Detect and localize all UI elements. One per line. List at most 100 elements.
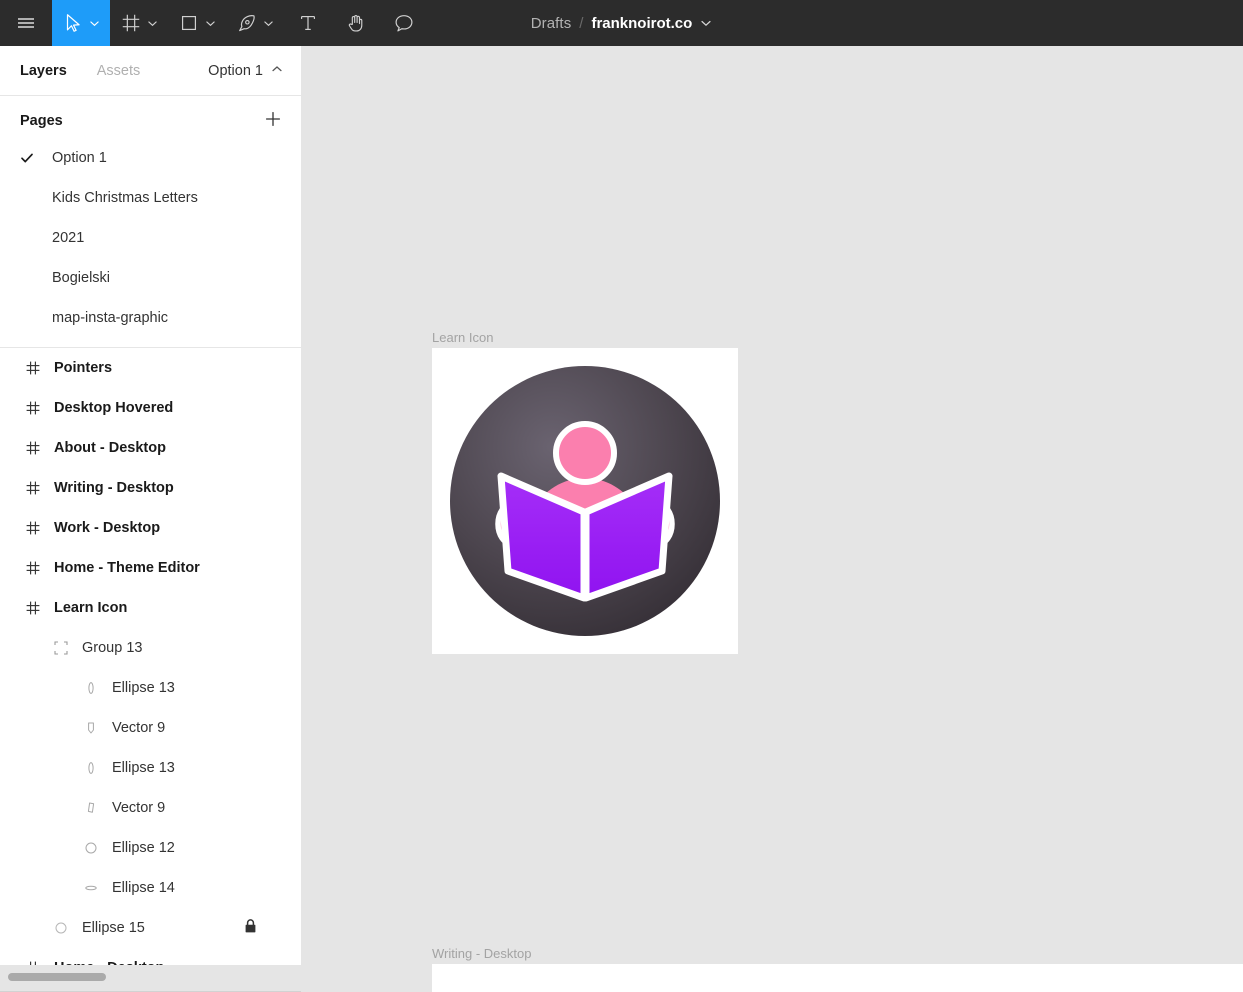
main-menu-button[interactable]: [0, 0, 52, 46]
ellipse-icon: [48, 921, 74, 935]
chevron-down-icon[interactable]: [263, 18, 274, 29]
frame-icon: [20, 600, 46, 616]
page-label: 2021: [52, 230, 85, 246]
page-item-map-insta-graphic[interactable]: map-insta-graphic: [0, 298, 301, 338]
artboard-writing-desktop[interactable]: [432, 964, 1243, 992]
layer-row-ellipse-15[interactable]: Ellipse 15: [0, 908, 301, 948]
layer-row-ellipse-12[interactable]: Ellipse 12: [0, 828, 301, 868]
layer-label: Learn Icon: [54, 600, 128, 616]
layer-label: Group 13: [82, 640, 143, 656]
layer-label: Work - Desktop: [54, 520, 161, 536]
layer-row-vector-9-b[interactable]: Vector 9: [0, 788, 301, 828]
learn-icon-illustration: [450, 366, 720, 636]
breadcrumb-file-name[interactable]: franknoirot.co: [591, 15, 692, 32]
page-label: Option 1: [52, 150, 107, 166]
page-label: map-insta-graphic: [52, 310, 169, 326]
layer-label: Ellipse 12: [112, 840, 175, 856]
layer-row-writing-desktop[interactable]: Writing - Desktop: [0, 468, 301, 508]
layer-row-ellipse-13-b[interactable]: Ellipse 13: [0, 748, 301, 788]
comment-tool-button[interactable]: [380, 0, 428, 46]
layer-label: About - Desktop: [54, 440, 166, 456]
file-menu-chevron-down-icon[interactable]: [700, 17, 712, 29]
frame-icon: [20, 520, 46, 536]
layer-row-vector-9-a[interactable]: Vector 9: [0, 708, 301, 748]
chevron-down-icon[interactable]: [89, 18, 100, 29]
layer-row-work-desktop[interactable]: Work - Desktop: [0, 508, 301, 548]
group-icon: [48, 641, 74, 655]
layer-row-ellipse-14[interactable]: Ellipse 14: [0, 868, 301, 908]
page-item-option-1[interactable]: Option 1: [0, 138, 301, 178]
breadcrumb-project[interactable]: Drafts: [531, 15, 572, 32]
hand-tool-button[interactable]: [332, 0, 380, 46]
horizontal-scrollbar-thumb[interactable]: [8, 973, 106, 981]
layer-label: Vector 9: [112, 800, 166, 816]
layer-label: Ellipse 13: [112, 680, 175, 696]
page-item-kids-christmas-letters[interactable]: Kids Christmas Letters: [0, 178, 301, 218]
vector-icon: [78, 721, 104, 735]
frame-tool-button[interactable]: [110, 0, 168, 46]
text-tool-icon: [297, 12, 319, 34]
layer-label: Home - Theme Editor: [54, 560, 200, 576]
ellipse-narrow-icon: [78, 761, 104, 775]
hand-tool-icon: [345, 12, 367, 34]
rectangle-tool-icon: [178, 12, 200, 34]
layer-row-group-13[interactable]: Group 13: [0, 628, 301, 668]
page-label: Bogielski: [52, 270, 111, 286]
chevron-down-icon[interactable]: [205, 18, 216, 29]
main-menu-icon: [14, 11, 38, 35]
tab-assets[interactable]: Assets: [97, 63, 141, 79]
layers-tree: Pointers Desktop Hovered About - Desktop: [0, 348, 301, 988]
canvas-frame-label-learn-icon[interactable]: Learn Icon: [432, 330, 493, 345]
layer-label: Ellipse 14: [112, 880, 175, 896]
frame-icon: [20, 400, 46, 416]
frame-icon: [20, 440, 46, 456]
page-item-bogielski[interactable]: Bogielski: [0, 258, 301, 298]
layer-label: Ellipse 15: [82, 920, 145, 936]
lock-icon[interactable]: [244, 919, 257, 938]
chevron-up-icon: [271, 63, 283, 79]
shape-tool-button[interactable]: [168, 0, 226, 46]
canvas-frame-label-writing-desktop[interactable]: Writing - Desktop: [432, 946, 531, 961]
page-item-2021[interactable]: 2021: [0, 218, 301, 258]
frame-icon: [20, 560, 46, 576]
layer-row-desktop-hovered[interactable]: Desktop Hovered: [0, 388, 301, 428]
page-label: Kids Christmas Letters: [52, 190, 198, 206]
layer-label: Pointers: [54, 360, 113, 376]
layer-label: Writing - Desktop: [54, 480, 174, 496]
comment-tool-icon: [393, 12, 415, 34]
layer-row-home-theme-editor[interactable]: Home - Theme Editor: [0, 548, 301, 588]
canvas-area[interactable]: Learn Icon Writing - Desktop: [303, 46, 1243, 992]
text-tool-button[interactable]: [284, 0, 332, 46]
ellipse-flat-icon: [78, 881, 104, 895]
horizontal-scrollbar-track[interactable]: [0, 965, 301, 992]
vector-slant-icon: [78, 801, 104, 815]
move-tool-icon: [62, 12, 84, 34]
frame-tool-icon: [120, 12, 142, 34]
page-selector-dropdown[interactable]: Option 1: [208, 46, 283, 96]
layer-label: Vector 9: [112, 720, 166, 736]
chevron-down-icon[interactable]: [147, 18, 158, 29]
move-tool-button[interactable]: [52, 0, 110, 46]
tab-layers[interactable]: Layers: [20, 63, 67, 79]
layer-row-ellipse-13-a[interactable]: Ellipse 13: [0, 668, 301, 708]
panel-tab-bar: Layers Assets Option 1: [0, 46, 301, 96]
pages-section: Pages Option 1 Kids Christmas Letters 20…: [0, 96, 301, 348]
layer-label: Ellipse 13: [112, 760, 175, 776]
ellipse-icon: [78, 841, 104, 855]
pages-title: Pages: [20, 113, 63, 129]
layer-label: Desktop Hovered: [54, 400, 174, 416]
pen-tool-icon: [236, 12, 258, 34]
frame-icon: [20, 360, 46, 376]
top-toolbar: Drafts / franknoirot.co: [0, 0, 1243, 46]
pages-header: Pages: [0, 104, 301, 138]
left-sidebar: Layers Assets Option 1 Pages Option 1 Ki: [0, 46, 302, 992]
pen-tool-button[interactable]: [226, 0, 284, 46]
page-selector-label: Option 1: [208, 63, 263, 79]
ellipse-narrow-icon: [78, 681, 104, 695]
frame-icon: [20, 480, 46, 496]
add-page-button[interactable]: [263, 109, 283, 134]
artboard-learn-icon[interactable]: [432, 348, 738, 654]
layer-row-about-desktop[interactable]: About - Desktop: [0, 428, 301, 468]
layer-row-learn-icon[interactable]: Learn Icon: [0, 588, 301, 628]
layer-row-pointers[interactable]: Pointers: [0, 348, 301, 388]
